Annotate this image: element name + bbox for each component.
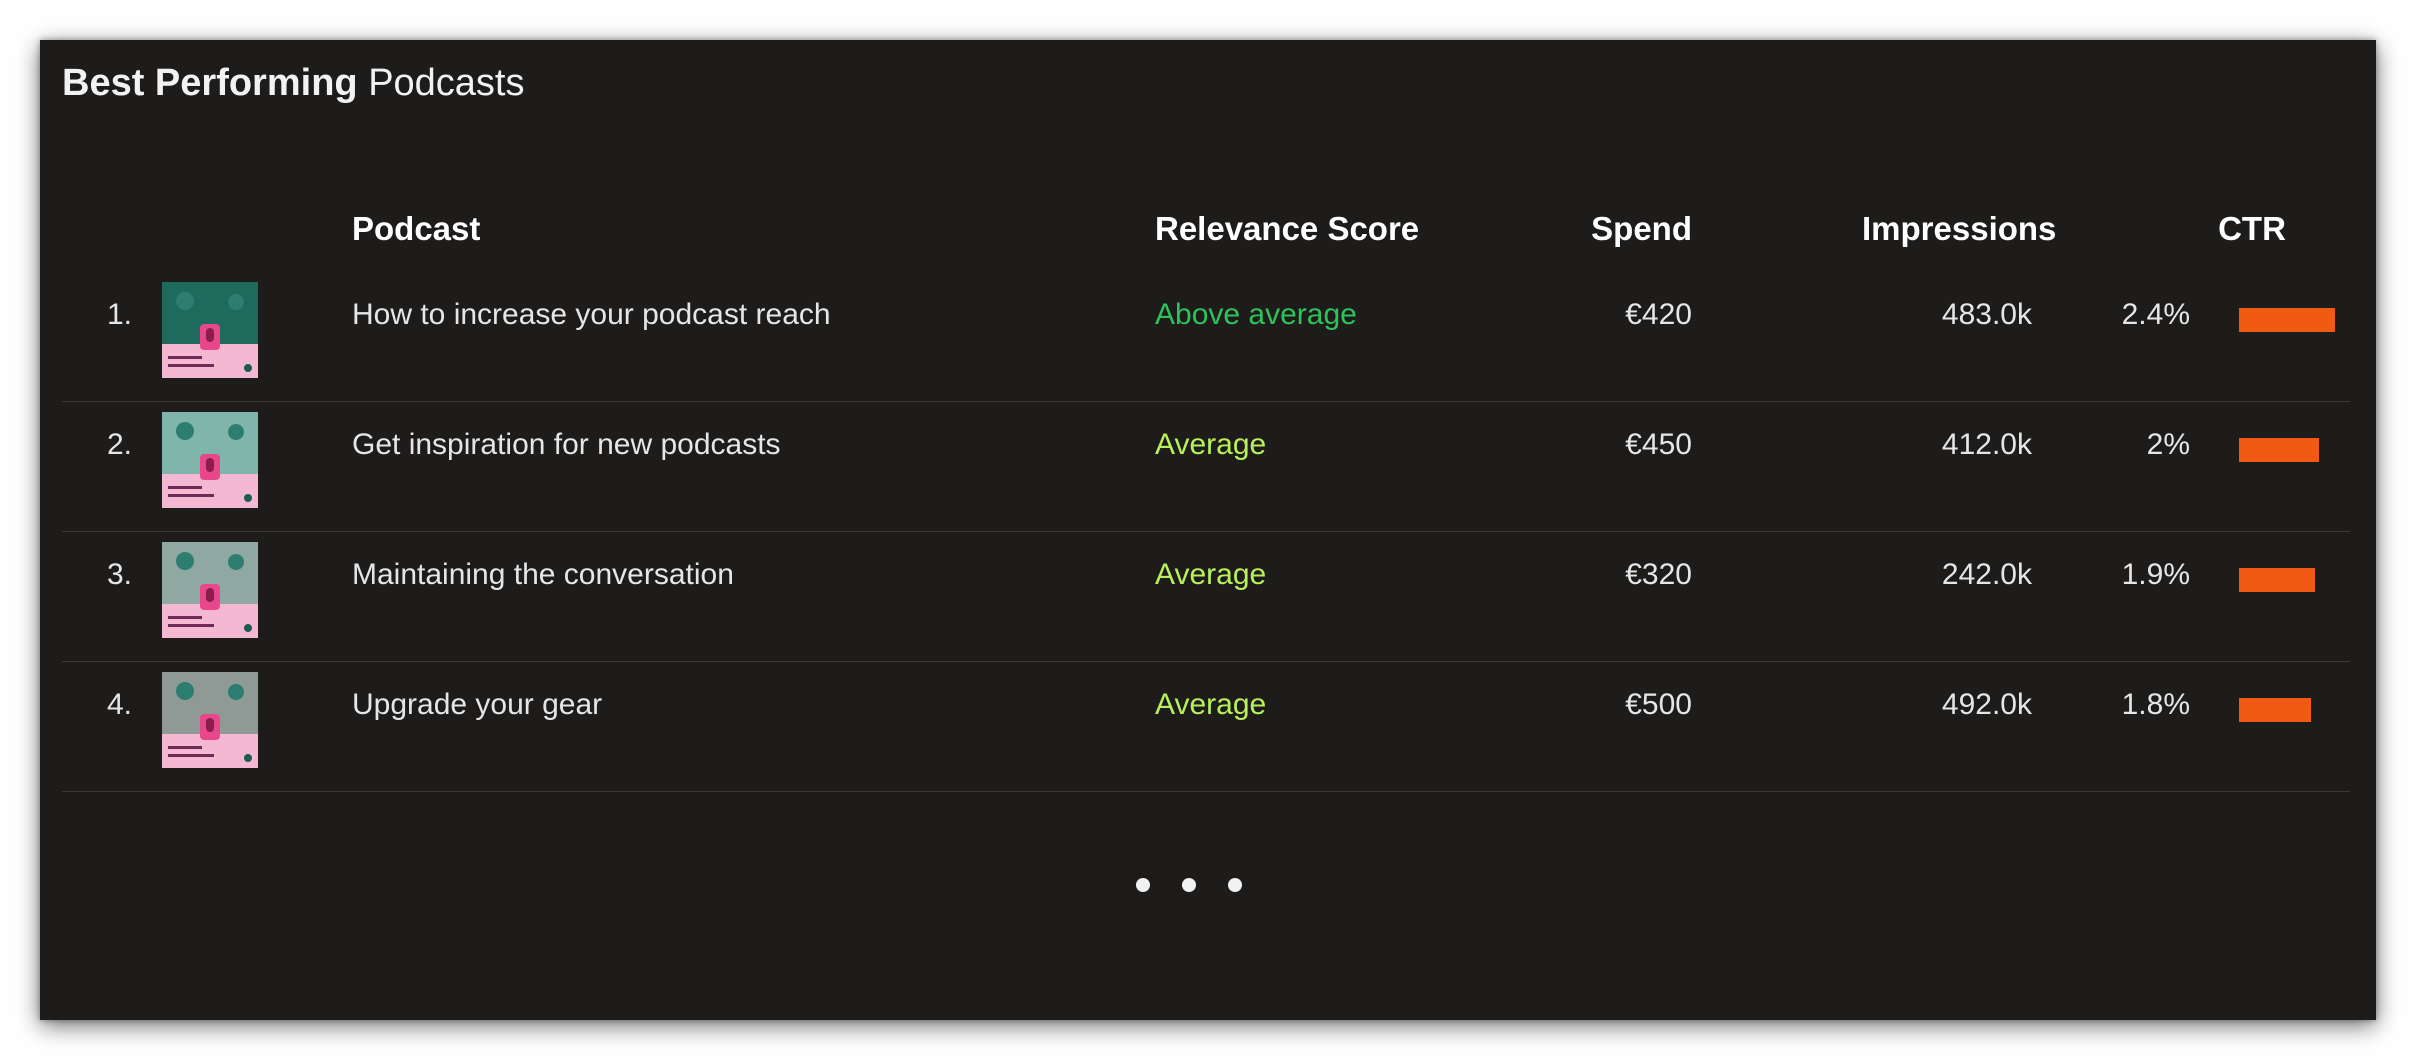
- ctr-bar: [2239, 568, 2315, 592]
- pagination-dot[interactable]: [1136, 878, 1150, 892]
- ctr-bar: [2239, 698, 2311, 722]
- best-performing-podcasts-card: Best Performing Podcasts Podcast Relevan…: [40, 40, 2376, 1020]
- row-rank: 3.: [106, 558, 132, 591]
- row-rank: 4.: [106, 688, 132, 721]
- pagination: [1136, 878, 1256, 898]
- podcast-cover-inspiration-icon[interactable]: [162, 412, 258, 508]
- row-rank: 1.: [106, 298, 132, 331]
- ctr-bar: [2239, 308, 2335, 332]
- podcast-table-body: 1. How to increase your podcast reach Ab…: [62, 272, 2350, 792]
- card-title: Best Performing Podcasts: [62, 62, 525, 105]
- pagination-dot[interactable]: [1228, 878, 1242, 892]
- spend-value: €420: [1625, 298, 1692, 331]
- column-header-relevance-score[interactable]: Relevance Score: [1155, 210, 1419, 248]
- podcast-cover-conversation-icon[interactable]: [162, 542, 258, 638]
- relevance-score: Average: [1155, 558, 1267, 591]
- table-row[interactable]: 1. How to increase your podcast reach Ab…: [62, 272, 2350, 402]
- table-row[interactable]: 2. Get inspiration for new podcasts Aver…: [62, 402, 2350, 532]
- podcast-title[interactable]: Get inspiration for new podcasts: [352, 428, 781, 462]
- relevance-score: Above average: [1155, 298, 1357, 331]
- column-header-impressions[interactable]: Impressions: [1862, 210, 2056, 248]
- title-light: Podcasts: [368, 62, 525, 104]
- table-row[interactable]: 3. Maintaining the conversation Average …: [62, 532, 2350, 662]
- podcast-title[interactable]: Maintaining the conversation: [352, 558, 734, 592]
- table-row[interactable]: 4. Upgrade your gear Average €500 492.0k…: [62, 662, 2350, 792]
- impressions-value: 242.0k: [1941, 558, 2032, 591]
- spend-value: €320: [1625, 558, 1692, 591]
- spend-value: €500: [1625, 688, 1692, 721]
- impressions-value: 483.0k: [1941, 298, 2032, 331]
- spend-value: €450: [1625, 428, 1692, 461]
- ctr-value: 1.8%: [2121, 688, 2190, 721]
- ctr-value: 2%: [2146, 428, 2190, 461]
- pagination-dot[interactable]: [1182, 878, 1196, 892]
- column-header-podcast[interactable]: Podcast: [352, 210, 480, 248]
- podcast-title[interactable]: How to increase your podcast reach: [352, 298, 831, 332]
- column-header-spend[interactable]: Spend: [1542, 210, 1692, 248]
- ctr-value: 2.4%: [2121, 298, 2190, 331]
- ctr-bar: [2239, 438, 2319, 462]
- impressions-value: 412.0k: [1941, 428, 2032, 461]
- impressions-value: 492.0k: [1941, 688, 2032, 721]
- column-header-ctr[interactable]: CTR: [2202, 210, 2302, 248]
- row-rank: 2.: [106, 428, 132, 461]
- relevance-score: Average: [1155, 688, 1267, 721]
- podcast-cover-gear-icon[interactable]: [162, 672, 258, 768]
- podcast-title[interactable]: Upgrade your gear: [352, 688, 602, 722]
- relevance-score: Average: [1155, 428, 1267, 461]
- ctr-value: 1.9%: [2121, 558, 2190, 591]
- title-bold: Best Performing: [62, 62, 358, 104]
- table-header: Podcast Relevance Score Spend Impression…: [62, 210, 2350, 260]
- podcast-cover-microphone-icon[interactable]: [162, 282, 258, 378]
